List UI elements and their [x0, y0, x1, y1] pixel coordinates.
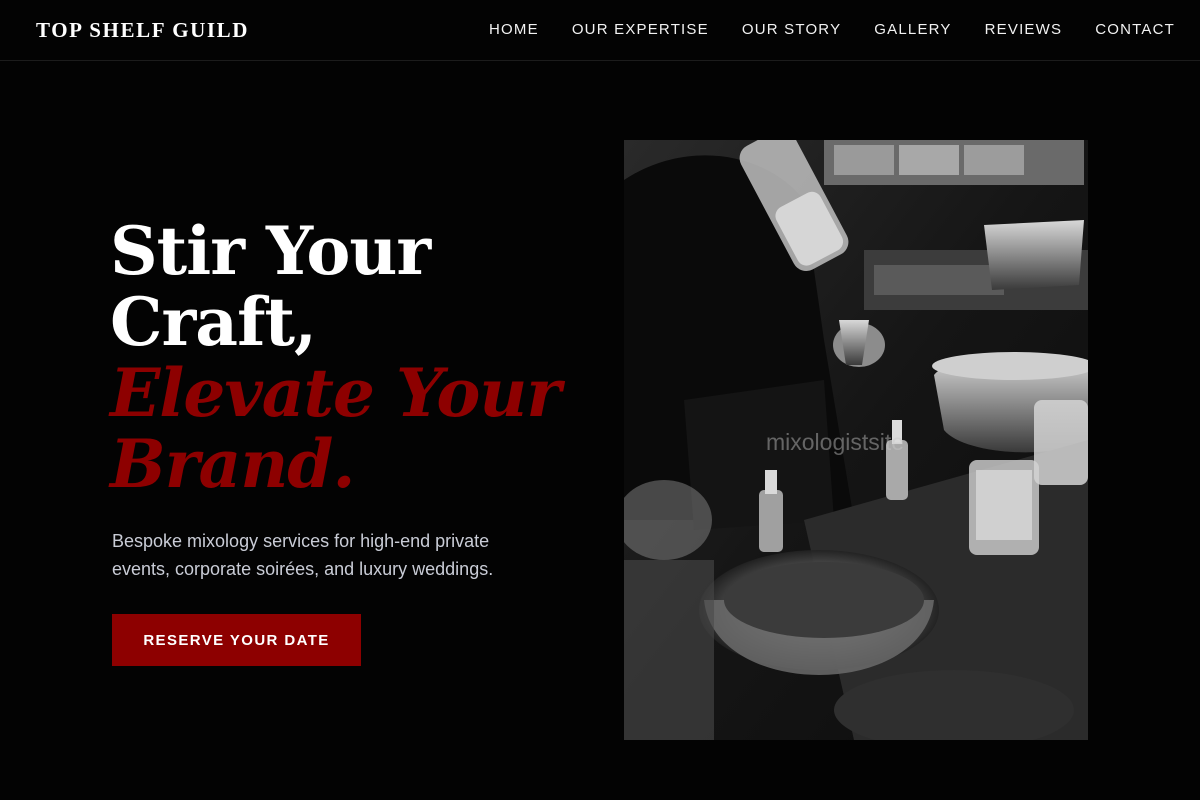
- headline-accent-line-1: Elevate Your: [110, 354, 561, 432]
- main-nav: HOME OUR EXPERTISE OUR STORY GALLERY REV…: [489, 21, 1175, 38]
- nav-item-contact[interactable]: CONTACT: [1095, 21, 1175, 38]
- nav-item-our-story[interactable]: OUR STORY: [742, 21, 841, 38]
- nav-item-gallery[interactable]: GALLERY: [874, 21, 951, 38]
- hero-headline: Stir Your Craft, Elevate Your Brand.: [110, 216, 570, 500]
- site-header: TOP SHELF GUILD HOME OUR EXPERTISE OUR S…: [0, 0, 1200, 61]
- nav-item-our-expertise[interactable]: OUR EXPERTISE: [572, 21, 709, 38]
- hero-subtext: Bespoke mixology services for high-end p…: [112, 531, 494, 579]
- nav-item-reviews[interactable]: REVIEWS: [985, 21, 1063, 38]
- nav-item-home[interactable]: HOME: [489, 21, 539, 38]
- brand-logo[interactable]: TOP SHELF GUILD: [36, 18, 249, 43]
- image-watermark: mixologistsite: [766, 429, 905, 455]
- headline-line-1: Stir Your: [110, 212, 431, 290]
- headline-line-2: Craft,: [110, 283, 317, 361]
- headline-accent-line-2: Brand.: [110, 425, 355, 503]
- hero-image: mixologistsite: [624, 140, 1088, 740]
- reserve-date-button[interactable]: RESERVE YOUR DATE: [112, 614, 361, 666]
